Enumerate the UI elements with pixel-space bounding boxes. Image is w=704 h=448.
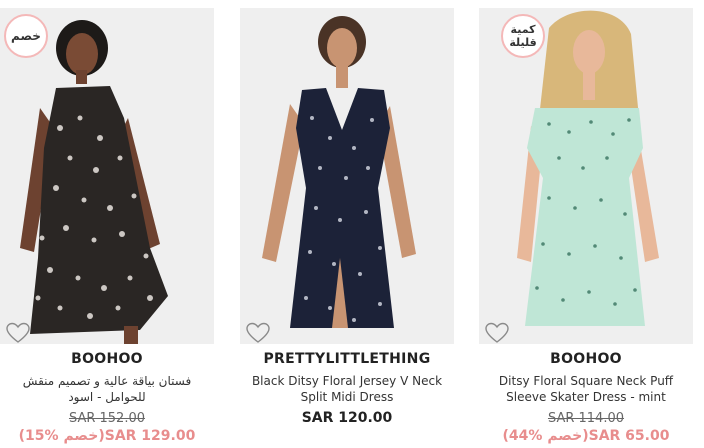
sale-price-row: (15% خصم)SAR 129.00 (0, 428, 214, 444)
product-title[interactable]: فستان بياقة عالية و تصميم منقش للحوامل -… (4, 373, 210, 405)
sale-price-row: (44% خصم)SAR 65.00 (479, 428, 693, 444)
model-in-mint-floral-dress (517, 10, 659, 326)
low-stock-badge: كمية قليلة (501, 14, 545, 58)
sale-price: SAR 65.00 (588, 428, 670, 444)
product-image[interactable]: كمية قليلة (479, 8, 693, 344)
sale-price: SAR 129.00 (104, 428, 196, 444)
product-title[interactable]: Black Ditsy Floral Jersey V Neck Split M… (244, 373, 450, 405)
product-card[interactable]: خصم BOOHOO فستان بياقة عالية و تصميم منق… (0, 0, 214, 448)
heart-outline-icon[interactable] (6, 322, 30, 344)
heart-outline-icon[interactable] (246, 322, 270, 344)
model-in-black-floral-dress (20, 20, 168, 344)
original-price: SAR 152.00 (68, 411, 146, 426)
original-price: SAR 114.00 (547, 411, 625, 426)
product-card[interactable]: PRETTYLITTLETHING Black Ditsy Floral Jer… (240, 0, 454, 448)
model-in-navy-floral-midi-dress (262, 16, 416, 328)
product-card[interactable]: كمية قليلة BOOHOO Ditsy Floral Square Ne… (479, 0, 693, 448)
product-image[interactable] (240, 8, 454, 344)
discount-badge: خصم (4, 14, 48, 58)
price: SAR 120.00 (301, 410, 393, 426)
brand-name: PRETTYLITTLETHING (263, 351, 431, 367)
heart-outline-icon[interactable] (485, 322, 509, 344)
brand-name: BOOHOO (71, 351, 143, 367)
product-image[interactable]: خصم (0, 8, 214, 344)
product-title[interactable]: Ditsy Floral Square Neck Puff Sleeve Ska… (483, 373, 689, 405)
discount-percent: (44% خصم) (502, 428, 589, 444)
brand-name: BOOHOO (550, 351, 622, 367)
discount-percent: (15% خصم) (18, 428, 105, 444)
